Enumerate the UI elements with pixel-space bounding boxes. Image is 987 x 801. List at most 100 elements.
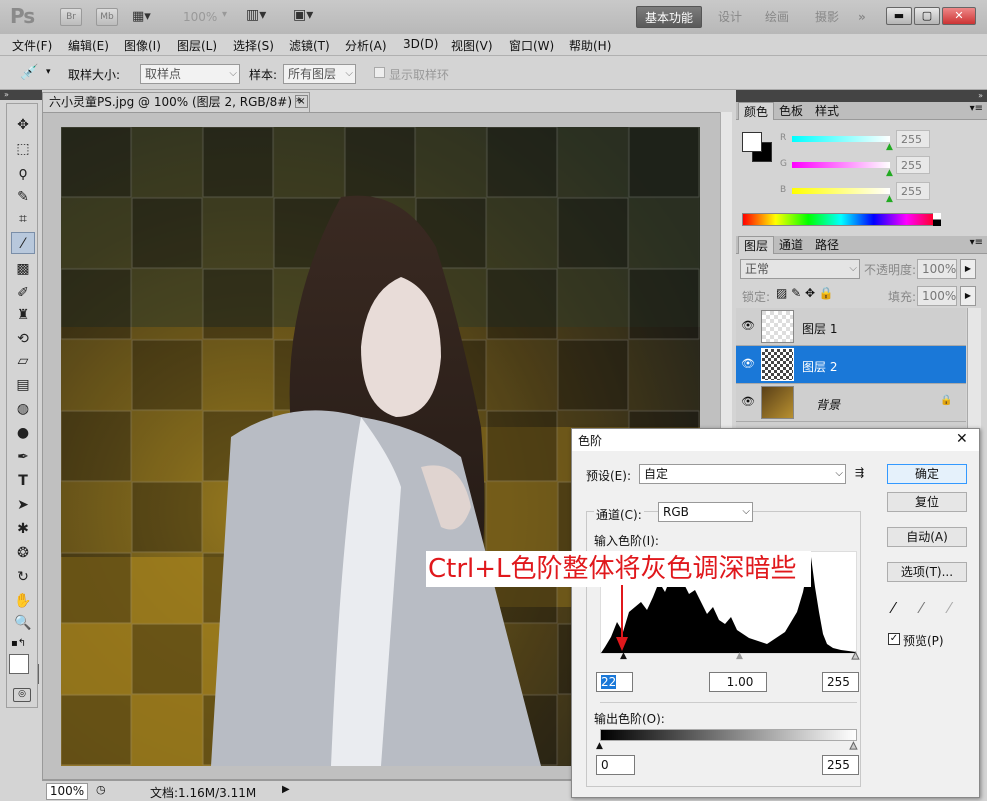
menu-edit[interactable]: 编辑(E): [68, 37, 109, 54]
menu-view[interactable]: 视图(V): [451, 37, 493, 54]
close-document-icon[interactable]: ×: [295, 95, 308, 108]
layers-menu-icon[interactable]: ▾≡: [970, 237, 983, 248]
input-white-field[interactable]: 255: [822, 672, 859, 692]
workspace-basic[interactable]: 基本功能: [636, 6, 703, 28]
input-black-field[interactable]: 22: [596, 672, 633, 692]
3d-orbit-tool-icon[interactable]: ↻: [11, 566, 35, 588]
dialog-close-icon[interactable]: ✕: [956, 431, 968, 447]
r-value-field[interactable]: 255: [896, 130, 930, 148]
menu-image[interactable]: 图像(I): [124, 37, 161, 54]
layer-row[interactable]: 👁 背景 🔒: [736, 384, 966, 422]
type-tool-icon[interactable]: T: [11, 470, 35, 492]
tab-paths[interactable]: 路径: [810, 236, 844, 254]
g-slider-handle-icon[interactable]: ▲: [886, 168, 893, 178]
pen-tool-icon[interactable]: ✒: [11, 446, 35, 468]
crop-tool-icon[interactable]: ⌗: [11, 208, 35, 230]
status-menu-arrow-icon[interactable]: ▶: [282, 784, 290, 795]
menu-filter[interactable]: 滤镜(T): [289, 37, 330, 54]
workspace-design[interactable]: 设计: [710, 6, 750, 28]
minimize-button[interactable]: ▬: [886, 7, 912, 25]
g-value-field[interactable]: 255: [896, 156, 930, 174]
move-tool-icon[interactable]: ✥: [11, 114, 35, 136]
auto-button[interactable]: 自动(A): [887, 527, 967, 547]
marquee-tool-icon[interactable]: ⬚: [11, 138, 35, 160]
dodge-tool-icon[interactable]: ●: [11, 422, 35, 444]
menu-file[interactable]: 文件(F): [12, 37, 52, 54]
r-slider[interactable]: [792, 136, 890, 142]
bw-ramp[interactable]: [933, 213, 941, 226]
preset-select[interactable]: 自定 ⌵: [639, 464, 846, 484]
default-colors-icon[interactable]: ▪↰: [11, 638, 26, 649]
output-white-field[interactable]: 255: [822, 755, 859, 775]
eye-icon[interactable]: 👁: [741, 319, 755, 332]
bridge-button[interactable]: Br: [60, 8, 82, 26]
workspace-painting[interactable]: 绘画: [757, 6, 797, 28]
path-select-tool-icon[interactable]: ➤: [11, 494, 35, 516]
document-tab[interactable]: 六小灵童PS.jpg @ 100% (图层 2, RGB/8#) * ×: [42, 92, 310, 112]
white-output-slider-icon[interactable]: ▲: [850, 741, 858, 752]
tab-channels[interactable]: 通道: [774, 236, 808, 254]
gray-eyedropper-icon[interactable]: ⁄: [920, 599, 923, 617]
sample-select[interactable]: 所有图层 ⌵: [283, 64, 356, 84]
eyedropper-preset-icon[interactable]: 💉: [20, 63, 39, 81]
black-eyedropper-icon[interactable]: ⁄: [892, 599, 895, 617]
options-button[interactable]: 选项(T)...: [887, 562, 967, 582]
shape-tool-icon[interactable]: ✱: [11, 518, 35, 540]
white-input-slider-icon[interactable]: ▲: [852, 651, 860, 662]
b-slider-handle-icon[interactable]: ▲: [886, 194, 893, 204]
blur-tool-icon[interactable]: ◍: [11, 398, 35, 420]
b-value-field[interactable]: 255: [896, 182, 930, 200]
tab-color[interactable]: 颜色: [738, 102, 775, 120]
r-slider-handle-icon[interactable]: ▲: [886, 142, 893, 152]
layer-row-selected[interactable]: 👁 图层 2: [736, 346, 966, 384]
tab-layers[interactable]: 图层: [738, 236, 775, 254]
eraser-tool-icon[interactable]: ▱: [11, 350, 35, 372]
input-gamma-field[interactable]: 1.00: [709, 672, 767, 692]
quick-select-tool-icon[interactable]: ✎: [11, 186, 35, 208]
tab-styles[interactable]: 样式: [810, 102, 844, 120]
lasso-tool-icon[interactable]: ϙ: [11, 162, 35, 184]
3d-rotate-tool-icon[interactable]: ❂: [11, 542, 35, 564]
opacity-field[interactable]: 100%: [917, 259, 957, 279]
opacity-arrow-icon[interactable]: ▶: [960, 259, 976, 279]
quick-mask-icon[interactable]: ◎: [13, 688, 31, 702]
arrange-documents-icon[interactable]: ▥▾: [246, 7, 266, 23]
gamma-input-slider-icon[interactable]: ▲: [736, 651, 743, 661]
fill-field[interactable]: 100%: [917, 286, 957, 306]
layers-scrollbar[interactable]: [967, 308, 981, 428]
hand-tool-icon[interactable]: ✋: [11, 590, 35, 612]
history-brush-tool-icon[interactable]: ⟲: [11, 328, 35, 350]
eye-icon[interactable]: 👁: [741, 395, 755, 408]
menu-window[interactable]: 窗口(W): [509, 37, 554, 54]
ok-button[interactable]: 确定: [887, 464, 967, 484]
spot-heal-tool-icon[interactable]: ▩: [11, 258, 35, 280]
gradient-tool-icon[interactable]: ▤: [11, 374, 35, 396]
fill-arrow-icon[interactable]: ▶: [960, 286, 976, 306]
show-ring-checkbox[interactable]: [374, 67, 385, 78]
menu-layer[interactable]: 图层(L): [177, 37, 217, 54]
sample-size-select[interactable]: 取样点 ⌵: [140, 64, 240, 84]
screen-mode-icon[interactable]: ▣▾: [293, 7, 313, 23]
menu-help[interactable]: 帮助(H): [569, 37, 611, 54]
brush-tool-icon[interactable]: ✐: [11, 282, 35, 304]
preview-checkbox[interactable]: ✓: [888, 633, 900, 645]
b-slider[interactable]: [792, 188, 890, 194]
output-black-field[interactable]: 0: [596, 755, 635, 775]
tab-swatches[interactable]: 色板: [774, 102, 808, 120]
preset-dropdown-icon[interactable]: ▾: [46, 67, 51, 77]
blend-mode-select[interactable]: 正常 ⌵: [740, 259, 860, 279]
channel-select[interactable]: RGB ⌵: [658, 502, 753, 522]
status-zoom[interactable]: 100%: [46, 783, 88, 800]
panel-menu-icon[interactable]: ▾≡: [970, 103, 983, 114]
menu-3d[interactable]: 3D(D): [403, 37, 438, 51]
maximize-button[interactable]: ▢: [914, 7, 940, 25]
menu-select[interactable]: 选择(S): [233, 37, 274, 54]
fg-color-swatch[interactable]: [742, 132, 762, 152]
workspace-photography[interactable]: 摄影: [807, 6, 847, 28]
zoom-tool-icon[interactable]: 🔍: [11, 612, 35, 634]
zoom-level[interactable]: 100%: [183, 10, 217, 24]
menu-analysis[interactable]: 分析(A): [345, 37, 387, 54]
close-window-button[interactable]: ✕: [942, 7, 976, 25]
stamp-tool-icon[interactable]: ♜: [11, 304, 35, 326]
panel-collapse-bar[interactable]: »: [736, 90, 987, 102]
